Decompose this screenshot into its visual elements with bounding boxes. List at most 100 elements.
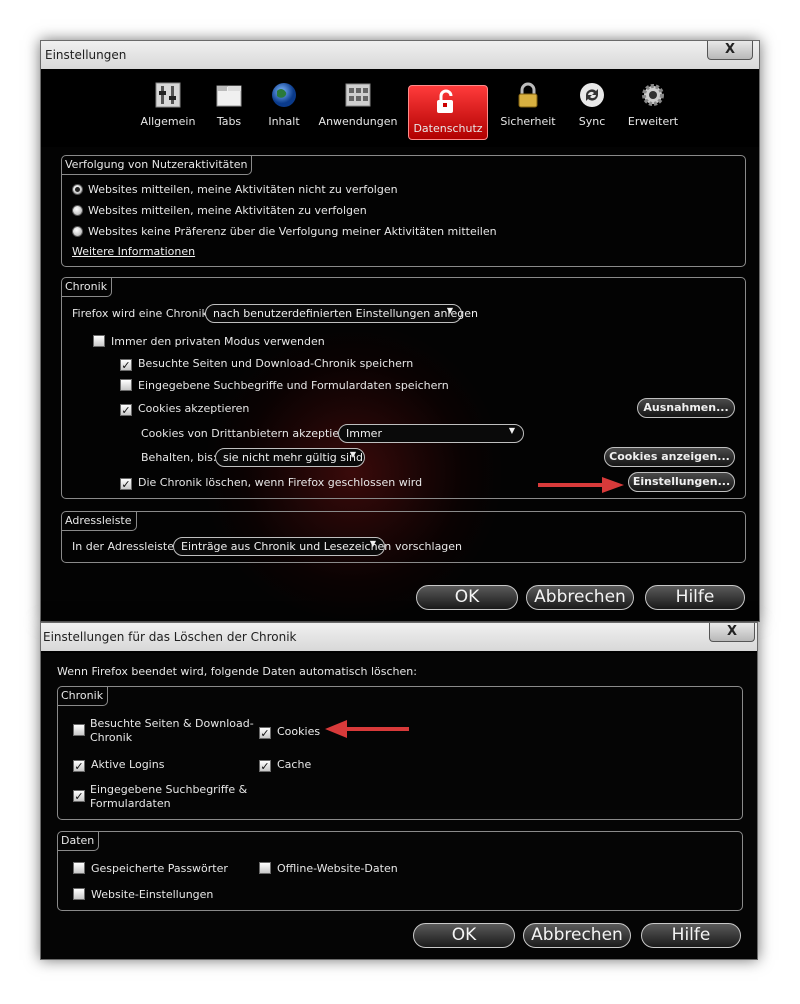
- keep-until-select[interactable]: sie nicht mehr gültig sind ▼: [215, 448, 365, 467]
- search-form-label-line2: Formulardaten: [90, 797, 171, 810]
- tab-allgemein[interactable]: Allgemein: [139, 81, 197, 137]
- clear-history-intro: Wenn Firefox beendet wird, folgende Date…: [57, 665, 417, 678]
- options-window: Einstellungen X Allgemein Tabs Inhalt An…: [40, 40, 760, 622]
- cache-row[interactable]: ✓ Cache: [259, 758, 311, 772]
- cookies-checkbox[interactable]: ✓: [259, 727, 271, 739]
- tab-datenschutz[interactable]: Datenschutz: [408, 85, 488, 140]
- visited-pages-row[interactable]: Besuchte Seiten & Download- Chronik: [73, 717, 254, 745]
- urlbar-value: Einträge aus Chronik und Lesezeichen: [181, 540, 392, 553]
- tracking-option-track-label: Websites mitteilen, meine Aktivitäten zu…: [88, 204, 367, 217]
- site-settings-row[interactable]: Website-Einstellungen: [73, 888, 213, 901]
- saved-passwords-checkbox[interactable]: [73, 862, 85, 874]
- tab-sync-label: Sync: [578, 115, 606, 128]
- private-mode-row[interactable]: Immer den privaten Modus verwenden: [93, 335, 325, 348]
- radio-track[interactable]: [72, 205, 83, 216]
- site-settings-checkbox[interactable]: [73, 888, 85, 900]
- offline-data-row[interactable]: Offline-Website-Daten: [259, 862, 398, 875]
- history-group: Chronik Firefox wird eine Chronik: nach …: [61, 277, 746, 499]
- active-logins-checkbox[interactable]: ✓: [73, 760, 85, 772]
- tab-tabs[interactable]: Tabs: [211, 81, 247, 137]
- accept-cookies-checkbox[interactable]: ✓: [120, 404, 132, 416]
- help-button[interactable]: Hilfe: [645, 585, 745, 610]
- remember-history-row[interactable]: ✓ Besuchte Seiten und Download-Chronik sp…: [120, 357, 413, 371]
- accept-cookies-label: Cookies akzeptieren: [138, 402, 250, 415]
- cancel-button[interactable]: Abbrechen: [526, 585, 634, 610]
- clear-on-close-checkbox[interactable]: ✓: [120, 478, 132, 490]
- tab-datenschutz-label: Datenschutz: [413, 122, 483, 135]
- privacy-mask-icon: [437, 89, 453, 113]
- tracking-option-no-preference-label: Websites keine Präferenz über die Verfol…: [88, 225, 497, 238]
- chevron-down-icon: ▼: [369, 539, 376, 548]
- tab-sicherheit-label: Sicherheit: [500, 115, 556, 128]
- chevron-down-icon: ▼: [446, 306, 453, 315]
- history-legend: Chronik: [62, 278, 113, 297]
- clear-settings-button[interactable]: Einstellungen...: [628, 472, 735, 492]
- tabs-icon: [216, 85, 242, 107]
- show-cookies-button[interactable]: Cookies anzeigen...: [604, 447, 735, 467]
- urlbar-suffix: vorschlagen: [395, 540, 463, 553]
- tracking-option-track[interactable]: Websites mitteilen, meine Aktivitäten zu…: [72, 204, 367, 217]
- keep-until-label: Behalten, bis:: [141, 451, 217, 464]
- tab-erweitert[interactable]: Erweitert: [625, 81, 681, 137]
- history-mode-select[interactable]: nach benutzerdefinierten Einstellungen a…: [205, 304, 478, 323]
- options-close-button[interactable]: X: [707, 41, 753, 60]
- third-party-select[interactable]: Immer ▼: [338, 424, 524, 443]
- clear-on-close-label: Die Chronik löschen, wenn Firefox geschl…: [138, 476, 423, 489]
- offline-data-checkbox[interactable]: [259, 862, 271, 874]
- tab-anwendungen-label: Anwendungen: [318, 115, 398, 128]
- accept-cookies-row[interactable]: ✓ Cookies akzeptieren: [120, 402, 249, 416]
- padlock-icon: [518, 82, 538, 108]
- options-content: Verfolgung von Nutzeraktivitäten Website…: [41, 147, 759, 621]
- clear-ok-button[interactable]: OK: [413, 923, 515, 948]
- site-settings-label: Website-Einstellungen: [91, 888, 214, 901]
- cookies-row[interactable]: ✓ Cookies: [259, 725, 320, 739]
- history-mode-value: nach benutzerdefinierten Einstellungen a…: [213, 307, 478, 320]
- exceptions-button[interactable]: Ausnahmen...: [637, 398, 735, 418]
- search-form-checkbox[interactable]: ✓: [73, 790, 85, 802]
- clear-history-legend: Chronik: [58, 687, 109, 706]
- options-window-title: Einstellungen: [45, 48, 127, 62]
- switches-icon: [155, 82, 181, 108]
- tab-inhalt[interactable]: Inhalt: [264, 81, 304, 137]
- radio-do-not-track[interactable]: [72, 184, 83, 195]
- remember-search-label: Eingegebene Suchbegriffe und Formulardat…: [138, 379, 449, 392]
- private-mode-checkbox[interactable]: [93, 335, 105, 347]
- active-logins-row[interactable]: ✓ Aktive Logins: [73, 758, 164, 772]
- offline-data-label: Offline-Website-Daten: [277, 862, 398, 875]
- visited-pages-label-line2: Chronik: [90, 731, 133, 744]
- tab-anwendungen[interactable]: Anwendungen: [317, 81, 399, 137]
- tracking-option-do-not-track[interactable]: Websites mitteilen, meine Aktivitäten ni…: [72, 183, 398, 196]
- active-logins-label: Aktive Logins: [91, 758, 165, 771]
- applications-icon: [345, 83, 371, 107]
- chevron-down-icon: ▼: [349, 450, 356, 459]
- annotation-arrow-icon: [538, 477, 624, 493]
- cache-checkbox[interactable]: ✓: [259, 760, 271, 772]
- third-party-label: Cookies von Drittanbietern akzeptieren:: [141, 427, 361, 440]
- search-form-row[interactable]: ✓ Eingegebene Suchbegriffe & Formulardat…: [73, 783, 247, 811]
- remember-search-checkbox[interactable]: [120, 379, 132, 391]
- more-info-link[interactable]: Weitere Informationen: [72, 245, 195, 258]
- tracking-group: Verfolgung von Nutzeraktivitäten Website…: [61, 155, 746, 267]
- radio-no-preference[interactable]: [72, 226, 83, 237]
- clear-data-group: Daten Gespeicherte Passwörter Offline-We…: [57, 831, 743, 911]
- options-titlebar: Einstellungen: [41, 41, 759, 69]
- visited-pages-checkbox[interactable]: [73, 724, 85, 736]
- clear-help-button[interactable]: Hilfe: [641, 923, 741, 948]
- clear-history-close-button[interactable]: X: [709, 623, 755, 642]
- clear-on-close-row[interactable]: ✓ Die Chronik löschen, wenn Firefox gesch…: [120, 476, 422, 490]
- tracking-option-no-preference[interactable]: Websites keine Präferenz über die Verfol…: [72, 225, 497, 238]
- tab-sync[interactable]: Sync: [574, 81, 610, 137]
- tab-tabs-label: Tabs: [216, 115, 242, 128]
- remember-history-checkbox[interactable]: ✓: [120, 359, 132, 371]
- ok-button[interactable]: OK: [416, 585, 518, 610]
- urlbar-select[interactable]: Einträge aus Chronik und Lesezeichen ▼: [173, 537, 391, 556]
- clear-cancel-button[interactable]: Abbrechen: [523, 923, 631, 948]
- saved-passwords-row[interactable]: Gespeicherte Passwörter: [73, 862, 228, 875]
- clear-history-settings-window: Einstellungen für das Löschen der Chroni…: [40, 622, 758, 960]
- clear-history-content: Wenn Firefox beendet wird, folgende Date…: [41, 653, 757, 959]
- tab-sicherheit[interactable]: Sicherheit: [499, 81, 557, 137]
- cookies-label: Cookies: [277, 725, 321, 738]
- third-party-value: Immer: [346, 427, 382, 440]
- tab-erweitert-label: Erweitert: [627, 115, 679, 128]
- remember-search-row[interactable]: Eingegebene Suchbegriffe und Formulardat…: [120, 379, 449, 392]
